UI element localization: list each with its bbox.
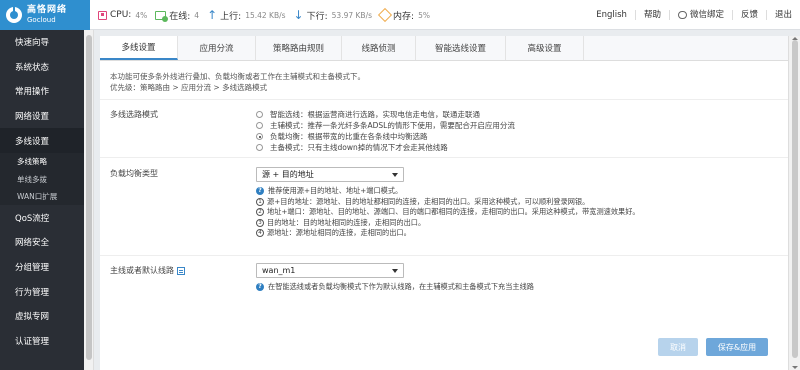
mode-label: 多线选路模式 — [110, 110, 158, 119]
default-line-select[interactable]: wan_m1 — [256, 263, 404, 278]
logo-name-en: Gocloud — [27, 16, 56, 24]
wechat-bind-link[interactable]: 微信绑定 — [668, 10, 732, 20]
sidebar-subitem-wan-expansion[interactable]: WAN口扩展 — [0, 188, 84, 206]
chevron-down-icon — [392, 269, 398, 273]
stat-online: 在线: 4 — [155, 9, 199, 22]
sidebar-scrollbar[interactable] — [84, 30, 94, 370]
sidebar-item-system-status[interactable]: 系统状态 — [0, 55, 84, 80]
sidebar-item-quick-guide[interactable]: 快速向导 — [0, 30, 84, 55]
online-icon — [155, 10, 169, 22]
wechat-icon — [677, 10, 687, 19]
mode-option-primary-aux[interactable]: 主辅模式：推荐一条光纤多条ADSL的情形下使用，需要配合开启应用分流 — [256, 120, 515, 131]
mode-option-primary-backup[interactable]: 主备模式：只有主线down掉的情况下才会走其他线路 — [256, 142, 515, 153]
sidebar-item-auth-management[interactable]: 认证管理 — [0, 328, 84, 353]
sidebar-item-network-settings[interactable]: 网络设置 — [0, 104, 84, 129]
balance-type-select[interactable]: 源 + 目的地址 — [256, 167, 404, 182]
balance-row: 负载均衡类型 源 + 目的地址 ? 推荐使用源+目的地址、地址+端口模式。 1 源+… — [100, 158, 788, 256]
help-icon: ? — [256, 187, 264, 196]
default-line-label: 主线或者默认线路 — [110, 265, 185, 276]
tab-advanced-settings[interactable]: 高级设置 — [506, 36, 584, 60]
radio-button[interactable] — [256, 122, 263, 129]
sidebar-item-group-management[interactable]: 分组管理 — [0, 255, 84, 280]
top-nav: English 帮助 微信绑定 反馈 退出 — [588, 0, 800, 30]
balance-label: 负载均衡类型 — [110, 169, 158, 178]
sidebar-item-vpn[interactable]: 虚拟专网 — [0, 304, 84, 329]
logo-name-cn: 高恪网络 — [27, 5, 68, 15]
mode-row: 多线选路模式 智能选线：根据运营商进行选路，实现电信走电信，联通走联通 主辅模式… — [100, 100, 788, 158]
balance-help: ? 推荐使用源+目的地址、地址+端口模式。 1 源+目的地址：源地址、目的地址都相同… — [256, 186, 640, 239]
sidebar-item-multiline-settings[interactable]: 多线设置 — [0, 128, 84, 153]
radio-button[interactable] — [256, 111, 263, 118]
help-link[interactable]: 帮助 — [634, 10, 669, 20]
logo-icon — [6, 7, 22, 23]
stat-upload: ↑ 上行: 15.42 KB/s — [207, 8, 286, 22]
upload-arrow-icon: ↑ — [207, 8, 218, 22]
mode-option-smart[interactable]: 智能选线：根据运营商进行选路，实现电信走电信，联通走联通 — [256, 109, 515, 120]
sidebar-item-qos[interactable]: QoS流控 — [0, 205, 84, 230]
document-icon[interactable] — [177, 266, 185, 275]
main-panel: 多线设置 应用分流 策略路由规则 线路侦测 智能选线设置 高级设置 本功能可使多… — [100, 36, 788, 370]
logo[interactable]: 高恪网络 Gocloud — [0, 0, 90, 30]
help-icon: ? — [256, 283, 264, 292]
main-scrollbar[interactable] — [788, 36, 800, 370]
intro-line-1: 本功能可使多条外线进行叠加、负载均衡或者工作在主辅模式和主备模式下。 — [110, 72, 365, 81]
chevron-down-icon — [392, 173, 398, 177]
scroll-down-icon[interactable] — [792, 366, 798, 369]
memory-icon — [377, 7, 393, 23]
cancel-button[interactable]: 取消 — [658, 338, 698, 356]
tab-line-detection[interactable]: 线路侦测 — [342, 36, 416, 60]
sidebar: 快速向导 系统状态 常用操作 网络设置 多线设置 多线策略 单线多拨 WAN口扩… — [0, 30, 84, 370]
sidebar-item-common-ops[interactable]: 常用操作 — [0, 79, 84, 104]
feedback-link[interactable]: 反馈 — [731, 10, 766, 20]
tab-smart-line-settings[interactable]: 智能选线设置 — [416, 36, 506, 60]
stat-memory: 内存: 5% — [377, 7, 430, 23]
cpu-icon — [98, 10, 107, 20]
language-link[interactable]: English — [588, 10, 635, 20]
main-scroll-thumb[interactable] — [792, 40, 798, 358]
status-stats: CPU: 4% 在线: 4 ↑ 上行: 15.42 KB/s ↓ 下行: 53.… — [98, 0, 438, 30]
radio-button-checked[interactable] — [256, 133, 263, 140]
intro-line-2: 优先级：策略路由 > 应用分流 > 多线选路模式 — [110, 83, 268, 92]
intro-text: 本功能可使多条外线进行叠加、负载均衡或者工作在主辅模式和主备模式下。 优先级：策… — [100, 61, 788, 100]
tab-policy-routing[interactable]: 策略路由规则 — [256, 36, 342, 60]
tab-app-split[interactable]: 应用分流 — [178, 36, 256, 60]
tab-bar: 多线设置 应用分流 策略路由规则 线路侦测 智能选线设置 高级设置 — [100, 36, 788, 61]
stat-download: ↓ 下行: 53.97 KB/s — [293, 8, 373, 22]
top-bar: 高恪网络 Gocloud CPU: 4% 在线: 4 ↑ 上行: 15.42 K… — [0, 0, 800, 30]
sidebar-item-behavior-management[interactable]: 行为管理 — [0, 279, 84, 304]
sidebar-item-network-security[interactable]: 网络安全 — [0, 230, 84, 255]
sidebar-scroll-thumb[interactable] — [86, 35, 92, 360]
logout-link[interactable]: 退出 — [765, 10, 800, 20]
save-apply-button[interactable]: 保存&应用 — [706, 338, 768, 356]
sidebar-submenu: 多线策略 单线多拨 WAN口扩展 — [0, 152, 84, 206]
sidebar-subitem-single-multidial[interactable]: 单线多拨 — [0, 170, 84, 188]
stat-cpu: CPU: 4% — [98, 10, 147, 20]
mode-option-load-balance[interactable]: 负载均衡：根据带宽的比重在各条线中均衡选路 — [256, 131, 515, 142]
download-arrow-icon: ↓ — [293, 8, 304, 22]
default-line-row: 主线或者默认线路 wan_m1 ? 在智能选线或者负载均衡模式下作为默认线路，在主… — [100, 256, 788, 296]
mode-radio-group: 智能选线：根据运营商进行选路，实现电信走电信，联通走联通 主辅模式：推荐一条光纤… — [256, 109, 515, 153]
tab-multiline-settings[interactable]: 多线设置 — [100, 36, 178, 60]
default-line-help: ? 在智能选线或者负载均衡模式下作为默认线路，在主辅模式和主备模式下充当主线路 — [256, 282, 534, 293]
sidebar-subitem-multiline-policy[interactable]: 多线策略 — [0, 153, 84, 171]
radio-button[interactable] — [256, 144, 263, 151]
